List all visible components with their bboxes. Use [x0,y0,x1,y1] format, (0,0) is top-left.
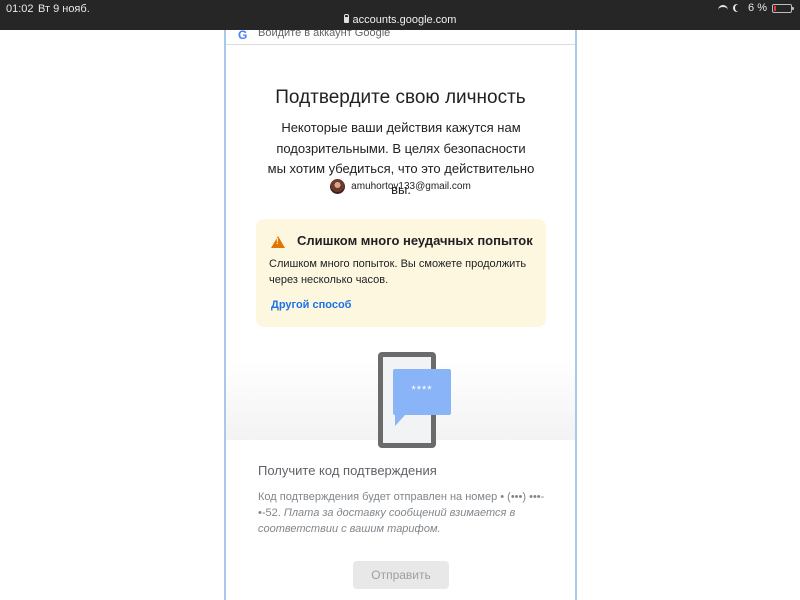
code-section-description: Код подтверждения будет отправлен на ном… [258,489,558,537]
battery-icon [772,3,794,13]
code-description-fee: Плата за доставку сообщений взимается в … [258,507,516,535]
code-section-title: Получите код подтверждения [258,463,437,478]
moon-icon [735,4,743,12]
signin-page: G Войдите в аккаунт Google Подтвердите с… [224,30,577,600]
status-right: 6 % [718,2,794,14]
message-bubble-icon: **** [393,369,451,426]
avatar [330,179,346,194]
address-url: accounts.google.com [352,14,457,26]
warning-alert: Слишком много неудачных попыток Слишком … [256,219,546,327]
wifi-icon [718,4,729,12]
code-stars: **** [411,384,433,396]
other-method-link[interactable]: Другой способ [271,299,351,311]
signin-header-text: Войдите в аккаунт Google [258,30,391,39]
alert-text: Слишком много попыток. Вы сможете продол… [269,258,527,286]
account-email: amuhortov133@gmail.com [351,181,471,192]
account-chip[interactable]: amuhortov133@gmail.com [226,179,575,194]
lock-icon [343,14,350,23]
send-button[interactable]: Отправить [353,561,449,589]
warning-icon [271,236,285,248]
google-logo-icon: G [238,30,248,42]
address-bar[interactable]: accounts.google.com [0,14,800,26]
page-header: G Войдите в аккаунт Google [226,30,575,45]
alert-title: Слишком много неудачных попыток [297,233,533,248]
page-title: Подтвердите свою личность [275,87,526,108]
status-bar: 01:02 Вт 9 нояб. accounts.google.com 6 % [0,0,800,30]
battery-percent: 6 % [748,2,767,14]
